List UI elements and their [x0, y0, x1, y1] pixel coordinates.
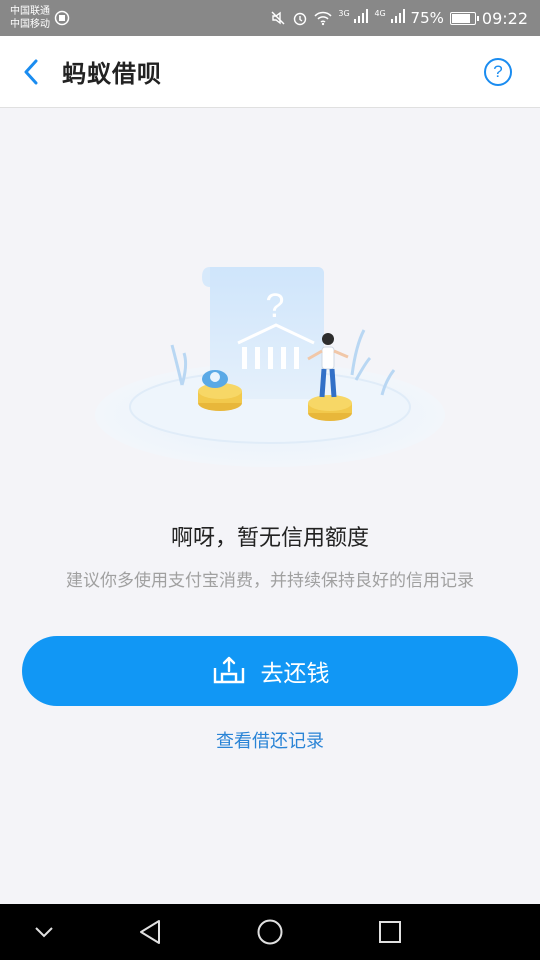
signal-bars-2-icon [390, 9, 405, 23]
repay-button[interactable]: 去还钱 [22, 636, 518, 706]
nav-collapse-button[interactable] [24, 904, 64, 960]
circle-home-icon [257, 919, 283, 945]
clock: 09:22 [481, 8, 528, 28]
carrier-2: 中国移动 [10, 19, 50, 30]
triangle-back-icon [140, 920, 160, 944]
nav-recent-button[interactable] [368, 904, 412, 960]
question-circle-icon: ? [493, 62, 503, 81]
chevron-left-icon [24, 59, 38, 84]
carrier-1: 中国联通 [10, 6, 50, 17]
back-button[interactable] [0, 36, 62, 108]
empty-state-title: 啊呀，暂无信用额度 [170, 526, 369, 551]
app-header: 蚂蚁借呗 ? [0, 36, 540, 108]
status-icons: 3G 4G 75% 09:22 [270, 9, 528, 28]
network-2-label: 4G [374, 9, 386, 18]
battery-icon [449, 11, 479, 25]
carrier-info: 中国联通 中国移动 [10, 5, 70, 31]
page-title: 蚂蚁借呗 [62, 60, 162, 88]
signal-1: 3G [338, 9, 369, 27]
signal-bars-1-icon [354, 9, 369, 23]
wifi-icon [314, 11, 332, 26]
empty-state-subtitle: 建议你多使用支付宝消费，并持续保持良好的信用记录 [66, 571, 474, 591]
battery-percent: 75% [410, 9, 444, 27]
square-recent-icon [379, 921, 401, 943]
notification-icon [54, 10, 70, 26]
system-nav-bar [0, 904, 540, 960]
network-1-label: 3G [338, 9, 350, 18]
svg-text:?: ? [266, 287, 285, 325]
help-button[interactable]: ? [484, 58, 512, 86]
status-bar: 中国联通 中国移动 3G 4G 75% 09:22 [0, 0, 540, 36]
nav-home-button[interactable] [248, 904, 292, 960]
signal-2: 4G [374, 9, 405, 27]
view-records-link[interactable]: 查看借还记录 [0, 727, 540, 753]
repay-tray-icon [213, 656, 244, 684]
empty-credit-illustration: ? [95, 267, 445, 467]
repay-button-label: 去还钱 [260, 661, 330, 687]
mute-icon [271, 11, 285, 25]
chevron-down-icon [35, 927, 53, 938]
nav-back-button[interactable] [128, 904, 172, 960]
alarm-icon [294, 12, 307, 26]
